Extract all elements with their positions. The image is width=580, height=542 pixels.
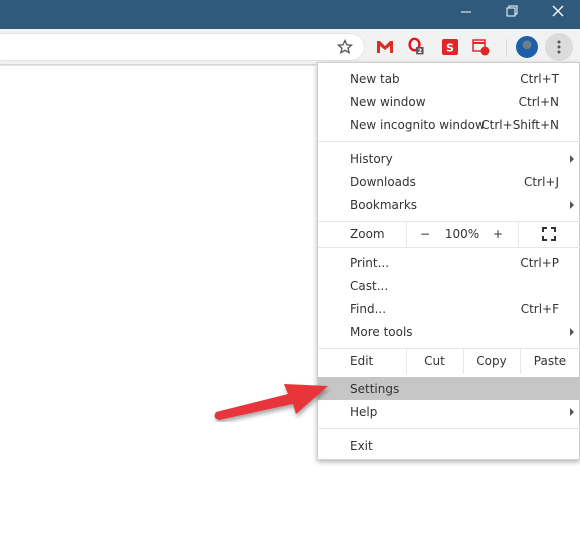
- menu-item-bookmarks[interactable]: Bookmarks: [318, 193, 580, 216]
- toolbar-separator: [506, 39, 507, 57]
- svg-text:S: S: [446, 42, 454, 55]
- restore-icon: [506, 5, 518, 17]
- zoom-in-button[interactable]: +: [486, 221, 510, 247]
- profile-avatar[interactable]: [516, 36, 538, 58]
- zoom-out-button[interactable]: −: [413, 221, 437, 247]
- gmail-extension-button[interactable]: [376, 38, 394, 56]
- page-divider: [0, 65, 315, 66]
- menu-item-more-tools[interactable]: More tools: [318, 320, 580, 343]
- s-icon: S: [442, 39, 458, 55]
- menu-item-print[interactable]: Print... Ctrl+P: [318, 251, 580, 274]
- fullscreen-icon: [542, 227, 556, 241]
- menu-item-new-window[interactable]: New window Ctrl+N: [318, 90, 580, 113]
- zoom-row: Zoom − 100% +: [318, 221, 580, 247]
- paste-button[interactable]: Paste: [520, 348, 580, 374]
- bookmark-star-button[interactable]: [336, 38, 354, 56]
- menu-item-label: History: [350, 151, 393, 166]
- menu-item-label: Settings: [350, 381, 400, 396]
- minimize-button[interactable]: [446, 0, 486, 22]
- opera-badge-count: 2: [418, 47, 423, 55]
- menu-item-new-incognito-window[interactable]: New incognito window Ctrl+Shift+N: [318, 113, 580, 136]
- calendar-icon: [472, 39, 490, 56]
- annotation-arrow-icon: [214, 384, 328, 420]
- menu-item-history[interactable]: History: [318, 147, 580, 170]
- cut-button[interactable]: Cut: [406, 348, 463, 374]
- s-extension-button[interactable]: S: [441, 38, 459, 56]
- menu-divider: [318, 428, 580, 429]
- submenu-arrow-icon: [570, 407, 574, 416]
- menu-item-shortcut: Ctrl+N: [518, 94, 559, 109]
- opera-extension-button[interactable]: 2: [408, 37, 426, 56]
- menu-item-shortcut: Ctrl+Shift+N: [481, 117, 559, 132]
- minimize-icon: [461, 11, 471, 13]
- star-icon: [337, 39, 353, 55]
- kebab-menu-icon: [557, 40, 561, 54]
- menu-divider: [318, 247, 580, 248]
- edit-row: Edit Cut Copy Paste: [318, 348, 580, 374]
- menu-item-help[interactable]: Help: [318, 400, 580, 423]
- menu-item-label: Print...: [350, 255, 390, 270]
- menu-item-label: Help: [350, 404, 378, 419]
- chrome-menu-button[interactable]: [545, 33, 573, 61]
- copy-button[interactable]: Copy: [463, 348, 520, 374]
- menu-item-label: Cast...: [350, 278, 389, 293]
- zoom-level-value: 100%: [444, 227, 480, 241]
- menu-item-shortcut: Ctrl+T: [520, 71, 559, 86]
- menu-item-label: Find...: [350, 301, 387, 316]
- restore-button[interactable]: [492, 0, 532, 22]
- zoom-divider: [406, 221, 407, 247]
- menu-divider: [318, 141, 580, 142]
- address-bar[interactable]: [0, 33, 365, 61]
- menu-item-label: New window: [350, 94, 426, 109]
- fullscreen-button[interactable]: [518, 221, 580, 247]
- close-icon: [552, 5, 564, 17]
- menu-item-shortcut: Ctrl+F: [520, 301, 559, 316]
- menu-item-label: Exit: [350, 438, 373, 453]
- menu-item-downloads[interactable]: Downloads Ctrl+J: [318, 170, 580, 193]
- calendar-extension-button[interactable]: [472, 38, 490, 56]
- menu-item-exit[interactable]: Exit: [318, 434, 580, 457]
- menu-item-shortcut: Ctrl+J: [524, 174, 559, 189]
- menu-item-shortcut: Ctrl+P: [520, 255, 559, 270]
- menu-item-label: Downloads: [350, 174, 416, 189]
- menu-item-label: More tools: [350, 324, 413, 339]
- menu-item-label: New incognito window: [350, 117, 485, 132]
- menu-item-settings[interactable]: Settings: [318, 377, 580, 400]
- submenu-arrow-icon: [570, 154, 574, 163]
- menu-item-new-tab[interactable]: New tab Ctrl+T: [318, 67, 580, 90]
- chrome-main-menu: New tab Ctrl+T New window Ctrl+N New inc…: [317, 62, 580, 460]
- submenu-arrow-icon: [570, 327, 574, 336]
- opera-icon: 2: [408, 37, 424, 55]
- menu-item-cast[interactable]: Cast...: [318, 274, 580, 297]
- browser-toolbar: 2 S: [0, 29, 580, 65]
- zoom-label: Zoom: [350, 227, 385, 241]
- close-button[interactable]: [538, 0, 578, 22]
- menu-item-label: New tab: [350, 71, 400, 86]
- title-bar: [0, 0, 580, 29]
- submenu-arrow-icon: [570, 200, 574, 209]
- menu-item-label: Bookmarks: [350, 197, 418, 212]
- menu-item-find[interactable]: Find... Ctrl+F: [318, 297, 580, 320]
- edit-label: Edit: [350, 354, 374, 368]
- gmail-icon: [377, 41, 393, 53]
